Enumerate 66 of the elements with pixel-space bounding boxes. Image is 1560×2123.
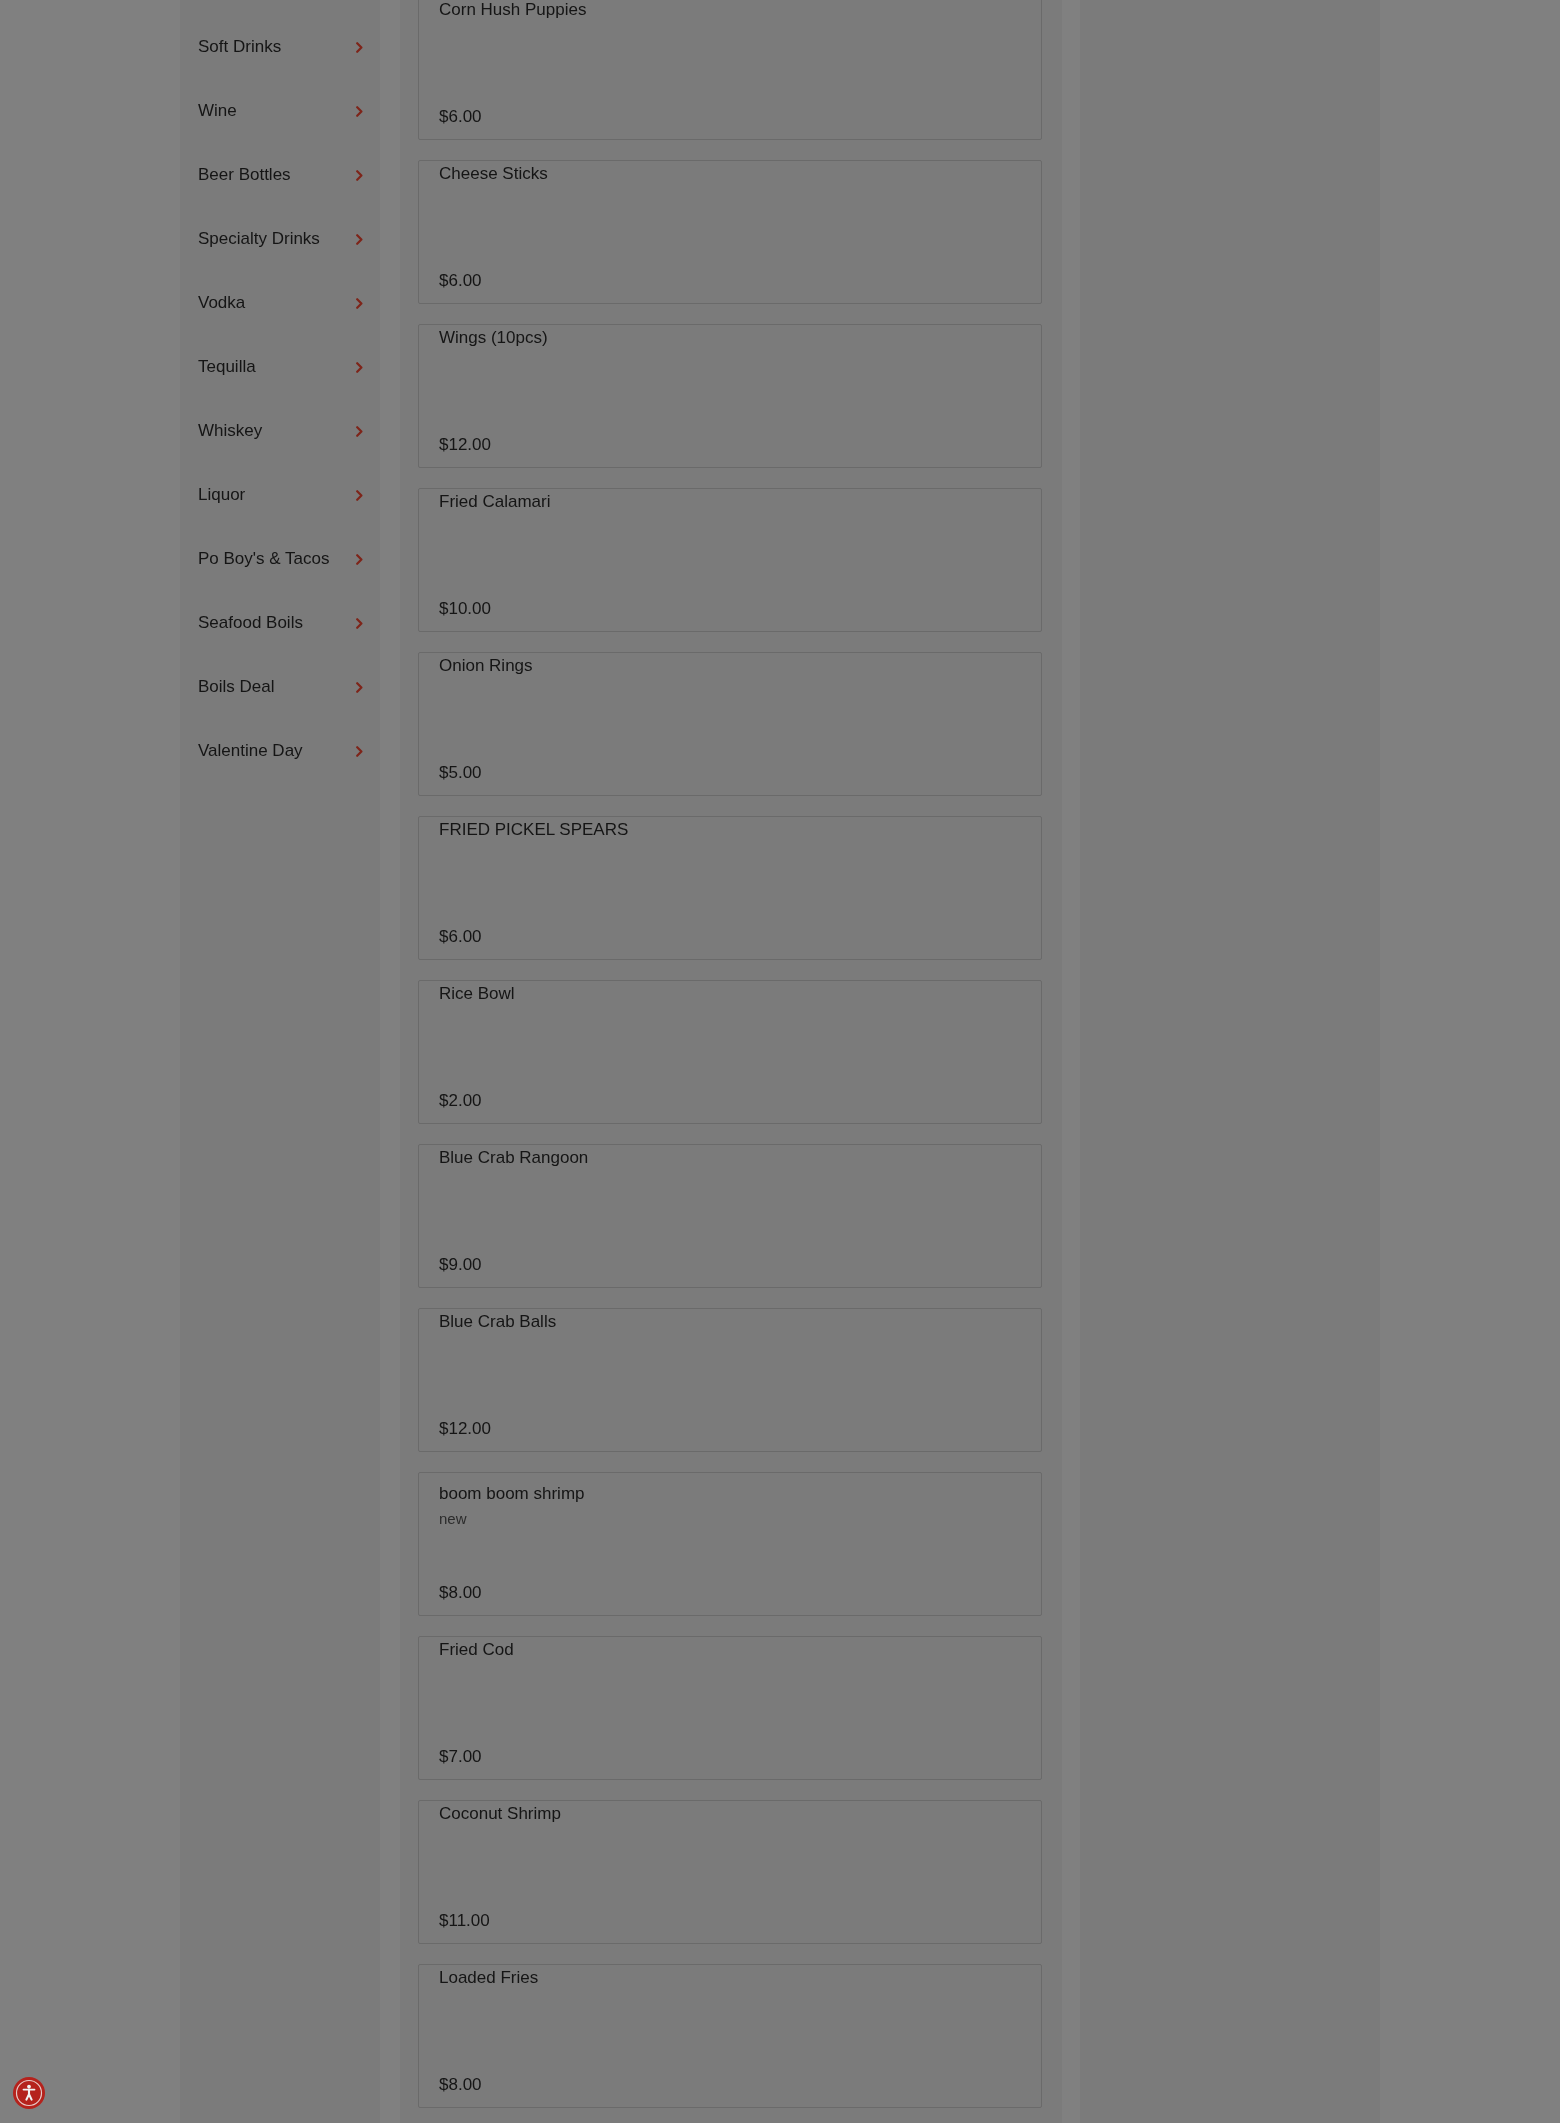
item-name: Coconut Shrimp	[439, 1803, 561, 1825]
category-link[interactable]: Valentine Day	[180, 719, 380, 783]
item-name: Cheese Sticks	[439, 163, 548, 185]
category-link[interactable]: Specialty Drinks	[180, 207, 380, 271]
item-price: $12.00	[439, 1418, 491, 1440]
item-price: $11.00	[439, 1910, 490, 1932]
accessibility-button[interactable]	[13, 2077, 45, 2109]
menu-item-card[interactable]: FRIED PICKEL SPEARS $6.00	[418, 816, 1042, 960]
category-link[interactable]: Liquor	[180, 463, 380, 527]
category-link[interactable]: Seafood Boils	[180, 591, 380, 655]
category-link[interactable]: Boils Deal	[180, 655, 380, 719]
item-price: $8.00	[439, 2074, 482, 2096]
item-price: $6.00	[439, 926, 482, 948]
category-link[interactable]: Tequilla	[180, 335, 380, 399]
item-price: $6.00	[439, 106, 482, 128]
category-link[interactable]: Po Boy's & Tacos	[180, 527, 380, 591]
category-link[interactable]: Wine	[180, 79, 380, 143]
menu-item-card[interactable]: Blue Crab Balls $12.00	[418, 1308, 1042, 1452]
chevron-right-icon	[356, 297, 363, 309]
item-price: $9.00	[439, 1254, 482, 1276]
accessibility-icon	[13, 2077, 45, 2109]
menu-item-card[interactable]: boom boom shrimp new $8.00	[418, 1472, 1042, 1616]
item-name: Wings (10pcs)	[439, 327, 548, 349]
category-link[interactable]: Vodka	[180, 271, 380, 335]
item-name: boom boom shrimp	[439, 1483, 585, 1505]
item-name: Rice Bowl	[439, 983, 515, 1005]
menu-item-card[interactable]: Cheese Sticks $6.00	[418, 160, 1042, 304]
item-price: $6.00	[439, 270, 482, 292]
item-name: Loaded Fries	[439, 1967, 539, 1989]
chevron-right-icon	[356, 617, 363, 629]
item-price: $12.00	[439, 434, 491, 456]
item-description: new	[439, 1509, 467, 1529]
item-name: Fried Cod	[439, 1639, 514, 1661]
chevron-right-icon	[356, 233, 363, 245]
chevron-right-icon	[356, 41, 363, 53]
menu-item-card[interactable]: Fried Calamari $10.00	[418, 488, 1042, 632]
item-price: $8.00	[439, 1582, 482, 1604]
menu-item-card[interactable]: Fried Cod $7.00	[418, 1636, 1042, 1780]
chevron-right-icon	[356, 425, 363, 437]
chevron-right-icon	[356, 361, 363, 373]
menu-item-card[interactable]: Loaded Fries $8.00	[418, 1964, 1042, 2108]
chevron-right-icon	[356, 681, 363, 693]
chevron-right-icon	[356, 489, 363, 501]
item-price: $2.00	[439, 1090, 482, 1112]
chevron-right-icon	[356, 169, 363, 181]
menu-item-card[interactable]: Wings (10pcs) $12.00	[418, 324, 1042, 468]
item-name: Corn Hush Puppies	[439, 0, 587, 21]
item-name: Onion Rings	[439, 655, 533, 677]
menu-item-card[interactable]: Onion Rings $5.00	[418, 652, 1042, 796]
menu-item-card[interactable]: Rice Bowl $2.00	[418, 980, 1042, 1124]
menu-item-card[interactable]: Coconut Shrimp $11.00	[418, 1800, 1042, 1944]
chevron-right-icon	[356, 105, 363, 117]
menu-item-card[interactable]: Corn Hush Puppies $6.00	[418, 0, 1042, 140]
category-link[interactable]: Beer Bottles	[180, 143, 380, 207]
chevron-right-icon	[356, 553, 363, 565]
category-link[interactable]: Whiskey	[180, 399, 380, 463]
chevron-right-icon	[356, 745, 363, 757]
item-price: $7.00	[439, 1746, 482, 1768]
item-name: Fried Calamari	[439, 491, 551, 513]
item-name: Blue Crab Rangoon	[439, 1147, 589, 1169]
item-name: FRIED PICKEL SPEARS	[439, 819, 629, 841]
item-price: $5.00	[439, 762, 482, 784]
category-link[interactable]: Soft Drinks	[180, 15, 380, 79]
item-price: $10.00	[439, 598, 491, 620]
menu-item-card[interactable]: Blue Crab Rangoon $9.00	[418, 1144, 1042, 1288]
item-name: Blue Crab Balls	[439, 1311, 557, 1333]
